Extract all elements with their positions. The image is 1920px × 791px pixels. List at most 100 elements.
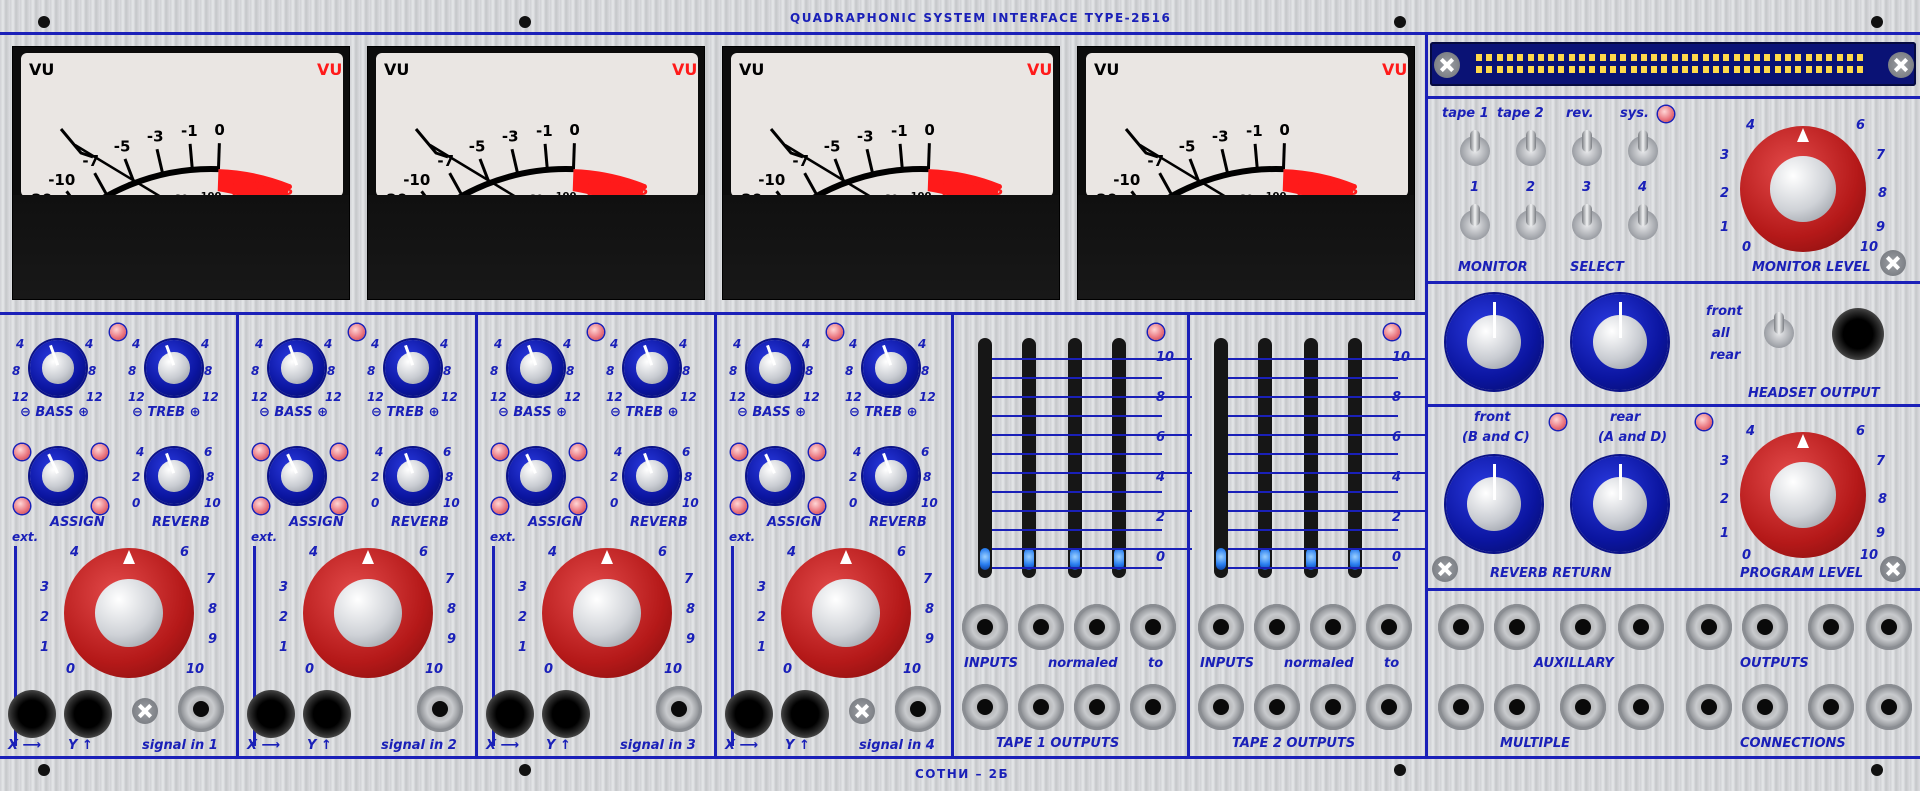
input-jack[interactable] (1198, 604, 1244, 650)
signal-input-jack[interactable] (417, 686, 463, 732)
multiple-jack[interactable] (1560, 684, 1606, 730)
bass-knob[interactable] (747, 340, 803, 396)
reverb-return-front-knob[interactable] (1446, 456, 1542, 552)
headset-jack[interactable] (1832, 308, 1884, 360)
treble-label: ⊖ TREB ⊕ (610, 405, 679, 420)
monitor-toggle[interactable] (1460, 130, 1490, 166)
auxillary-jack[interactable] (1438, 604, 1484, 650)
input-jack[interactable] (1130, 604, 1176, 650)
x-input-jack[interactable] (725, 690, 773, 738)
input-jack[interactable] (1366, 604, 1412, 650)
treble-knob[interactable] (385, 340, 441, 396)
close-button[interactable] (1880, 250, 1906, 276)
fader-slider[interactable] (1214, 338, 1228, 578)
y-input-jack[interactable] (303, 690, 351, 738)
output-jack[interactable] (1130, 684, 1176, 730)
input-jack[interactable] (1310, 604, 1356, 650)
output-jack[interactable] (1254, 684, 1300, 730)
reverb-knob[interactable] (385, 448, 441, 504)
treble-knob[interactable] (624, 340, 680, 396)
fader-slider[interactable] (1304, 338, 1318, 578)
fader-slider[interactable] (1068, 338, 1082, 578)
multiple-jack[interactable] (1438, 684, 1484, 730)
input-jack[interactable] (1018, 604, 1064, 650)
reverb-return-rear-knob[interactable] (1572, 456, 1668, 552)
monitor-toggle[interactable] (1516, 130, 1546, 166)
auxillary-jack[interactable] (1742, 604, 1788, 650)
multiple-jack[interactable] (1494, 684, 1540, 730)
program-level-knob[interactable] (1740, 432, 1866, 558)
x-input-jack[interactable] (247, 690, 295, 738)
select-toggle[interactable] (1460, 204, 1490, 240)
assign-knob[interactable] (269, 448, 325, 504)
headset-toggle[interactable] (1764, 312, 1794, 348)
input-jack[interactable] (962, 604, 1008, 650)
y-input-jack[interactable] (64, 690, 112, 738)
output-jack[interactable] (1366, 684, 1412, 730)
treble-label: ⊖ TREB ⊕ (132, 405, 201, 420)
scale-tick (216, 143, 221, 170)
multiple-jack[interactable] (1866, 684, 1912, 730)
auxillary-jack[interactable] (1618, 604, 1664, 650)
assign-knob[interactable] (747, 448, 803, 504)
reverb-knob[interactable] (624, 448, 680, 504)
fader-slider[interactable] (1022, 338, 1036, 578)
auxillary-jack[interactable] (1686, 604, 1732, 650)
fader-cap[interactable] (1216, 548, 1226, 570)
signal-input-jack[interactable] (656, 686, 702, 732)
fader-cap[interactable] (980, 548, 990, 570)
output-jack[interactable] (1018, 684, 1064, 730)
monitor-toggle[interactable] (1628, 130, 1658, 166)
monitor-toggle[interactable] (1572, 130, 1602, 166)
select-toggle[interactable] (1572, 204, 1602, 240)
close-button[interactable] (1880, 556, 1906, 582)
multiple-jack[interactable] (1742, 684, 1788, 730)
close-button[interactable] (849, 698, 875, 724)
y-input-jack[interactable] (542, 690, 590, 738)
auxillary-jack[interactable] (1866, 604, 1912, 650)
treble-knob[interactable] (146, 340, 202, 396)
fader-slider[interactable] (1348, 338, 1362, 578)
input-jack[interactable] (1254, 604, 1300, 650)
multiple-jack[interactable] (1686, 684, 1732, 730)
y-input-jack[interactable] (781, 690, 829, 738)
bass-knob[interactable] (508, 340, 564, 396)
auxillary-jack[interactable] (1494, 604, 1540, 650)
output-jack[interactable] (1074, 684, 1120, 730)
assign-knob[interactable] (30, 448, 86, 504)
level-knob[interactable] (303, 548, 433, 678)
close-button[interactable] (132, 698, 158, 724)
level-knob[interactable] (64, 548, 194, 678)
level-knob[interactable] (781, 548, 911, 678)
reverb-knob[interactable] (146, 448, 202, 504)
multiple-jack[interactable] (1618, 684, 1664, 730)
treble-knob[interactable] (863, 340, 919, 396)
monitor-level-knob[interactable] (1740, 126, 1866, 252)
level-knob[interactable] (542, 548, 672, 678)
output-jack[interactable] (1198, 684, 1244, 730)
headset-knob-left[interactable] (1446, 294, 1542, 390)
bass-knob[interactable] (269, 340, 325, 396)
x-input-jack[interactable] (8, 690, 56, 738)
input-jack[interactable] (1074, 604, 1120, 650)
close-button[interactable] (1432, 556, 1458, 582)
output-jack[interactable] (962, 684, 1008, 730)
fader-slider[interactable] (1258, 338, 1272, 578)
headset-knob-right[interactable] (1572, 294, 1668, 390)
close-button[interactable] (1888, 52, 1914, 78)
auxillary-jack[interactable] (1808, 604, 1854, 650)
bass-knob[interactable] (30, 340, 86, 396)
close-button[interactable] (1434, 52, 1460, 78)
reverb-knob[interactable] (863, 448, 919, 504)
output-jack[interactable] (1310, 684, 1356, 730)
fader-slider[interactable] (1112, 338, 1126, 578)
select-toggle[interactable] (1628, 204, 1658, 240)
fader-slider[interactable] (978, 338, 992, 578)
multiple-jack[interactable] (1808, 684, 1854, 730)
select-toggle[interactable] (1516, 204, 1546, 240)
signal-input-jack[interactable] (895, 686, 941, 732)
x-input-jack[interactable] (486, 690, 534, 738)
auxillary-jack[interactable] (1560, 604, 1606, 650)
assign-knob[interactable] (508, 448, 564, 504)
signal-input-jack[interactable] (178, 686, 224, 732)
